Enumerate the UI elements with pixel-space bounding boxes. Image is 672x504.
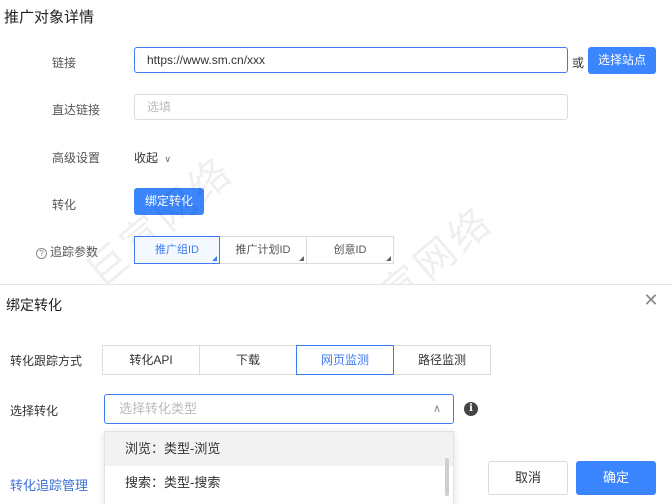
track-param-creative-id[interactable]: 创意ID [306,236,394,264]
chevron-up-icon: ∧ [432,403,441,415]
track-param-adgroup-id[interactable]: 推广组ID [134,236,220,264]
link-input[interactable]: https://www.sm.cn/xxx [134,47,568,73]
select-convert-label: 选择转化 [10,404,59,418]
select-placeholder: 选择转化类型 [119,401,198,416]
method-label: 转化跟踪方式 [10,354,83,368]
direct-link-input[interactable]: 选填 [134,94,568,120]
advanced-toggle-label: 收起 [134,151,159,165]
info-icon[interactable]: i [464,402,478,416]
tab-download[interactable]: 下载 [199,345,297,375]
corner-marker-icon [299,256,304,261]
dropdown-scrollbar[interactable] [445,458,449,496]
convert-type-dropdown: 浏览：类型-浏览 搜索：类型-搜索 [104,431,454,504]
option-search[interactable]: 搜索：类型-搜索 [105,466,453,500]
bind-convert-button[interactable]: 绑定转化 [134,188,204,215]
convert-tracking-manage-link[interactable]: 转化追踪管理 [10,475,88,494]
tab-path-monitor[interactable]: 路径监测 [393,345,491,375]
chevron-down-icon: ∨ [164,154,171,164]
track-param-label: 推广组ID [155,244,199,256]
corner-marker-icon [212,256,217,261]
advanced-settings-label: 高级设置 [52,151,101,165]
convert-type-select[interactable]: 选择转化类型 ∧ [104,394,454,424]
select-site-button[interactable]: 选择站点 [588,47,656,74]
dialog-title: 绑定转化 [6,297,62,313]
page-title: 推广对象详情 [4,9,95,26]
link-label: 链接 [52,56,77,70]
corner-marker-icon [386,256,391,261]
tab-convert-api[interactable]: 转化API [102,345,200,375]
close-icon[interactable]: ✕ [642,291,660,309]
or-text: 或 [572,56,585,70]
advanced-toggle[interactable]: 收起 ∨ [134,149,171,166]
direct-link-label: 直达链接 [52,103,101,117]
method-tabs: 转化API 下载 网页监测 路径监测 [102,345,491,375]
track-params-row: ? 追踪参数 [36,243,98,260]
track-param-label: 推广计划ID [235,244,291,256]
promotion-detail-panel: 推广对象详情 链接 https://www.sm.cn/xxx 或 选择站点 直… [0,0,672,345]
cancel-button[interactable]: 取消 [488,461,568,495]
convert-label: 转化 [52,198,77,212]
tab-web-monitor[interactable]: 网页监测 [296,345,394,375]
option-browse[interactable]: 浏览：类型-浏览 [105,432,453,466]
bind-convert-dialog: 绑定转化 ✕ 转化跟踪方式 转化API 下载 网页监测 路径监测 选择转化 选择… [0,285,672,504]
track-params-group: 推广组ID 推广计划ID 创意ID [134,236,394,264]
page: 推广对象详情 链接 https://www.sm.cn/xxx 或 选择站点 直… [0,0,672,504]
track-params-label: 追踪参数 [50,245,99,259]
help-icon[interactable]: ? [36,248,47,259]
confirm-button[interactable]: 确定 [576,461,656,495]
track-param-label: 创意ID [333,244,367,256]
track-param-campaign-id[interactable]: 推广计划ID [219,236,307,264]
